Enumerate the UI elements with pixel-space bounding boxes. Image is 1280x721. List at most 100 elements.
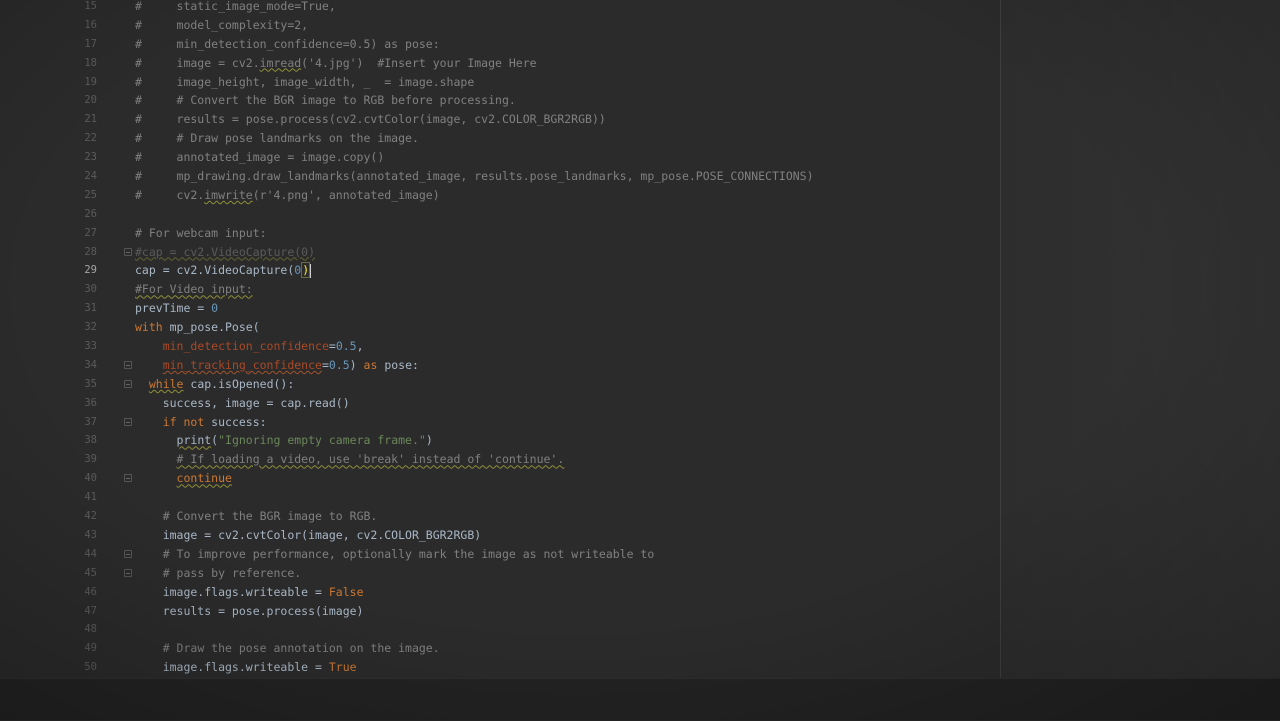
code-line[interactable]: 33 min_detection_confidence=0.5, — [0, 337, 1000, 356]
code-line[interactable]: 24 # mp_drawing.draw_landmarks(annotated_… — [0, 167, 1000, 186]
code-line[interactable]: 36 success, image = cap.read() — [0, 394, 1000, 413]
fold-marker-icon[interactable] — [124, 568, 132, 577]
code-line[interactable]: 41 — [0, 488, 1000, 507]
code-line[interactable]: 47 results = pose.process(image) — [0, 602, 1000, 621]
fold-marker-icon[interactable] — [124, 417, 132, 426]
code-line[interactable]: 21 # results = pose.process(cv2.cvtColor(… — [0, 110, 1000, 129]
code-text: # image = cv2.imread('4.jpg') #Insert yo… — [135, 54, 537, 73]
line-number: 17 — [84, 37, 97, 50]
fold-marker-icon[interactable] — [124, 474, 132, 483]
code-line[interactable]: 18 # image = cv2.imread('4.jpg') #Insert … — [0, 54, 1000, 73]
line-number: 30 — [84, 283, 97, 296]
code-line[interactable]: 22 # # Draw pose landmarks on the image. — [0, 129, 1000, 148]
code-line[interactable]: 20 # # Convert the BGR image to RGB befor… — [0, 91, 1000, 110]
code-text: # For webcam input: — [135, 224, 267, 243]
code-line[interactable]: 39 # If loading a video, use 'break' ins… — [0, 450, 1000, 469]
code-line[interactable]: 34 min_tracking_confidence=0.5) as pose: — [0, 356, 1000, 375]
code-token: min_tracking_confidence — [162, 357, 322, 372]
code-token: ) — [301, 262, 311, 279]
code-line[interactable]: 27 # For webcam input: — [0, 224, 1000, 243]
code-text: cap = cv2.VideoCapture(0) — [135, 261, 312, 280]
code-line[interactable]: 15 # static_image_mode=True, — [0, 0, 1000, 16]
code-token: as — [363, 357, 385, 372]
code-line[interactable]: 35 while cap.isOpened(): — [0, 375, 1000, 394]
line-number: 38 — [84, 434, 97, 447]
code-token: # annotated_image = image.copy() — [135, 150, 385, 165]
line-number: 18 — [84, 56, 97, 69]
code-line[interactable]: 17 # min_detection_confidence=0.5) as pos… — [0, 35, 1000, 54]
code-token: ('4.jpg') #Insert your Image Here — [301, 55, 537, 70]
code-token: True — [328, 660, 357, 675]
code-line[interactable]: 43 image = cv2.cvtColor(image, cv2.COLOR… — [0, 526, 1000, 545]
code-line[interactable]: 37 if not success: — [0, 413, 1000, 432]
code-text: continue — [135, 469, 232, 488]
code-token: 0 — [211, 301, 219, 316]
code-token: cap.isOpened(): — [183, 376, 295, 391]
code-text: print("Ignoring empty camera frame.") — [135, 431, 433, 450]
code-token: success, image = cap.read() — [135, 395, 350, 410]
line-number: 31 — [84, 302, 97, 315]
code-line[interactable]: 16 # model_complexity=2, — [0, 16, 1000, 35]
fold-marker-icon[interactable] — [124, 379, 132, 388]
status-bar — [0, 678, 1280, 721]
code-text: min_tracking_confidence=0.5) as pose: — [135, 356, 419, 375]
code-token: 0.5 — [328, 357, 350, 372]
code-token: "Ignoring empty camera frame." — [218, 433, 426, 448]
code-token: = — [328, 339, 336, 354]
code-token: pose: — [384, 357, 419, 372]
code-line[interactable]: 28 #cap = cv2.VideoCapture(0) — [0, 243, 1000, 262]
code-line[interactable]: 19 # image_height, image_width, _ = image… — [0, 73, 1000, 92]
code-line[interactable]: 40 continue — [0, 469, 1000, 488]
code-line[interactable]: 30 #For Video input: — [0, 280, 1000, 299]
code-line[interactable]: 23 # annotated_image = image.copy() — [0, 148, 1000, 167]
fold-marker-icon[interactable] — [124, 247, 132, 256]
code-token: print — [176, 433, 212, 448]
code-line[interactable]: 46 image.flags.writeable = False — [0, 583, 1000, 602]
fold-marker-icon[interactable] — [124, 549, 132, 558]
code-line[interactable]: 32 with mp_pose.Pose( — [0, 318, 1000, 337]
code-line[interactable]: 50 image.flags.writeable = True — [0, 658, 1000, 677]
code-line[interactable]: 29 cap = cv2.VideoCapture(0) — [0, 261, 1000, 280]
code-line[interactable]: 48 — [0, 620, 1000, 639]
code-text: # cv2.imwrite(r'4.png', annotated_image) — [135, 186, 440, 205]
code-text: # pass by reference. — [135, 564, 301, 583]
code-editor[interactable]: 15 # static_image_mode=True, 16 # model_com… — [0, 0, 1280, 678]
code-line[interactable]: 45 # pass by reference. — [0, 564, 1000, 583]
code-token: image.flags.writeable = — [135, 660, 329, 675]
code-text: if not success: — [135, 413, 267, 432]
code-text: with mp_pose.Pose( — [135, 318, 260, 337]
fold-marker-icon[interactable] — [124, 360, 132, 369]
line-number: 26 — [84, 207, 97, 220]
code-lines[interactable]: 15 # static_image_mode=True, 16 # model_com… — [0, 0, 1000, 677]
line-number: 49 — [84, 642, 97, 655]
code-token: 0.5 — [335, 339, 357, 354]
code-token: # To improve performance, optionally mar… — [162, 546, 655, 561]
code-token: # # Convert the BGR image to RGB before … — [135, 93, 516, 108]
code-text: # mp_drawing.draw_landmarks(annotated_im… — [135, 167, 814, 186]
code-line[interactable]: 26 — [0, 205, 1000, 224]
code-token: success: — [211, 414, 267, 429]
line-number: 34 — [84, 358, 97, 371]
code-line[interactable]: 38 print("Ignoring empty camera frame.") — [0, 431, 1000, 450]
line-number: 20 — [84, 94, 97, 107]
code-token: imwrite — [204, 187, 253, 202]
code-line[interactable]: 44 # To improve performance, optionally … — [0, 545, 1000, 564]
code-token: # pass by reference. — [162, 565, 302, 580]
code-token: , — [356, 339, 364, 354]
line-number: 48 — [84, 623, 97, 636]
code-line[interactable]: 42 # Convert the BGR image to RGB. — [0, 507, 1000, 526]
code-line[interactable]: 31 prevTime = 0 — [0, 299, 1000, 318]
code-token: continue — [176, 471, 232, 486]
code-token: #For Video input: — [135, 282, 253, 297]
code-token: if not — [162, 414, 212, 429]
code-line[interactable]: 25 # cv2.imwrite(r'4.png', annotated_imag… — [0, 186, 1000, 205]
code-text: # annotated_image = image.copy() — [135, 148, 384, 167]
code-token: # results = pose.process(cv2.cvtColor(im… — [135, 112, 606, 127]
code-text: image.flags.writeable = False — [135, 583, 364, 602]
code-line[interactable]: 49 # Draw the pose annotation on the ima… — [0, 639, 1000, 658]
